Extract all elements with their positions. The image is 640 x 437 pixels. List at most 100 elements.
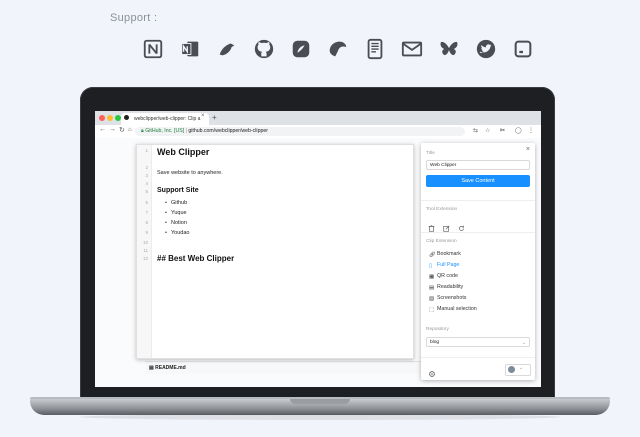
- clip-item-label: Bookmark: [437, 251, 461, 257]
- close-window-icon[interactable]: [99, 115, 105, 121]
- home-icon[interactable]: ⌂: [128, 127, 132, 133]
- list-item: Github: [165, 200, 187, 206]
- tab-title: webclipper/web-clipper: Clip a: [134, 116, 201, 122]
- chevron-down-icon: ⌄: [521, 340, 526, 346]
- clip-item-label: Readability: [437, 284, 464, 290]
- editor-gutter: 1 2 3 4 5 6 7 8 9 10 11 12: [137, 145, 152, 358]
- clip-manual-selection[interactable]: ⬚ Manual selection: [429, 306, 477, 313]
- onenote-icon[interactable]: [177, 36, 203, 62]
- tab-close-icon[interactable]: ×: [201, 113, 205, 119]
- youdao-icon[interactable]: [325, 36, 351, 62]
- address-bar[interactable]: 🔒︎ GitHub, Inc. [US] | github.com/webcli…: [135, 127, 465, 136]
- refresh-icon[interactable]: [458, 219, 465, 231]
- line-number: 3: [145, 173, 148, 178]
- github-icon[interactable]: [251, 36, 277, 62]
- profile-icon[interactable]: ◯: [515, 127, 522, 134]
- title-label: Title: [426, 151, 435, 156]
- chevron-down-icon: ⌄: [519, 365, 524, 371]
- support-icons: [140, 36, 547, 62]
- twitter-icon[interactable]: [473, 36, 499, 62]
- clip-item-label: Manual selection: [437, 306, 477, 312]
- divider: [421, 232, 535, 233]
- url-path: github.com/webclipper/web-clipper: [188, 128, 268, 134]
- bear-icon[interactable]: [214, 36, 240, 62]
- link-icon: 🔗︎: [429, 252, 436, 258]
- line-number: 4: [145, 181, 148, 186]
- dash-icon[interactable]: [510, 36, 536, 62]
- selection-icon: ⬚: [429, 307, 435, 313]
- new-tab-button[interactable]: +: [212, 113, 217, 122]
- account-switcher[interactable]: ⌄: [505, 364, 531, 376]
- list-item: Youdao: [165, 230, 190, 236]
- yuque-icon[interactable]: [288, 36, 314, 62]
- file-icon: ▤: [149, 365, 154, 371]
- image-icon: ▨: [429, 296, 435, 302]
- markdown-editor[interactable]: 1 2 3 4 5 6 7 8 9 10 11 12 Web Clipper S…: [136, 144, 414, 359]
- avatar: [508, 366, 515, 373]
- tool-extension-label: Tool Extension: [426, 207, 458, 212]
- clip-full-page[interactable]: ▯ Full Page: [429, 262, 460, 269]
- clip-screenshots[interactable]: ▨ Screenshots: [429, 295, 466, 302]
- reload-icon[interactable]: ↻: [119, 126, 125, 134]
- kindle-icon[interactable]: [362, 36, 388, 62]
- close-icon[interactable]: ×: [526, 146, 530, 153]
- clip-item-label: Full Page: [437, 262, 460, 268]
- clip-readability[interactable]: ▤ Readability: [429, 284, 464, 291]
- line-number: 9: [145, 230, 148, 235]
- mail-icon[interactable]: [399, 36, 425, 62]
- edit-icon[interactable]: [443, 219, 450, 232]
- clear-icon[interactable]: [428, 219, 435, 232]
- back-icon[interactable]: ←: [99, 126, 106, 133]
- butterfly-icon[interactable]: [436, 36, 462, 62]
- readability-icon: ▤: [429, 285, 435, 291]
- gear-icon[interactable]: [428, 365, 436, 377]
- line-number: 12: [142, 256, 148, 261]
- divider: [421, 200, 535, 201]
- doc-tagline: Save website to anywhere.: [157, 170, 223, 176]
- clipper-panel: × Title Web Clipper Save Content Tool Ex…: [421, 143, 535, 380]
- clip-item-label: QR code: [437, 273, 458, 279]
- notion-icon[interactable]: [140, 36, 166, 62]
- support-label: Support :: [110, 12, 158, 24]
- section-heading: Support Site: [157, 187, 199, 194]
- line-number: 7: [145, 210, 148, 215]
- clip-qr-code[interactable]: ▦ QR code: [429, 273, 458, 280]
- list-item: Yuque: [165, 210, 186, 216]
- readme-file-header[interactable]: ▤ README.md: [145, 361, 429, 374]
- line-number: 1: [145, 148, 148, 153]
- translate-icon[interactable]: ⇆: [473, 127, 478, 134]
- repository-select[interactable]: blog ⌄: [426, 337, 530, 347]
- line-number: 11: [143, 248, 148, 253]
- line-number: 10: [142, 240, 148, 245]
- list-item: Notion: [165, 220, 187, 226]
- clip-extension-label: Clip Extension: [426, 239, 457, 244]
- forward-icon[interactable]: →: [109, 126, 116, 133]
- footer-heading: ## Best Web Clipper: [157, 254, 235, 263]
- clip-bookmark[interactable]: 🔗︎Bookmark: [429, 251, 461, 258]
- browser-toolbar: ← → ↻ ⌂ 🔒︎ GitHub, Inc. [US] | github.co…: [95, 125, 541, 139]
- line-number: 5: [145, 189, 148, 194]
- qr-icon: ▦: [429, 274, 435, 280]
- bookmark-star-icon[interactable]: ☆: [485, 127, 490, 134]
- browser-tabbar: webclipper/web-clipper: Clip a × +: [95, 111, 541, 125]
- minimize-window-icon[interactable]: [107, 115, 113, 121]
- site-org: GitHub, Inc. [US]: [145, 128, 185, 134]
- save-content-button[interactable]: Save Content: [426, 175, 530, 187]
- repository-label: Repository: [426, 327, 449, 332]
- title-input[interactable]: Web Clipper: [426, 160, 530, 170]
- line-number: 8: [145, 220, 148, 225]
- laptop-screen: webclipper/web-clipper: Clip a × + ← → ↻…: [95, 111, 541, 387]
- line-number: 2: [145, 165, 148, 170]
- menu-icon[interactable]: ⋮: [528, 127, 534, 134]
- repository-value: blog: [430, 340, 440, 345]
- lock-icon: 🔒︎: [141, 128, 144, 134]
- extension-clipper-icon[interactable]: ✂: [500, 127, 505, 134]
- line-number: 6: [145, 200, 148, 205]
- doc-title: Web Clipper: [157, 147, 210, 157]
- page-icon: ▯: [429, 263, 432, 269]
- laptop-notch: [290, 399, 350, 404]
- laptop-shadow: [80, 414, 560, 420]
- browser-tab[interactable]: webclipper/web-clipper: Clip a: [121, 113, 209, 125]
- divider: [421, 357, 535, 358]
- tab-favicon-icon: [124, 115, 129, 120]
